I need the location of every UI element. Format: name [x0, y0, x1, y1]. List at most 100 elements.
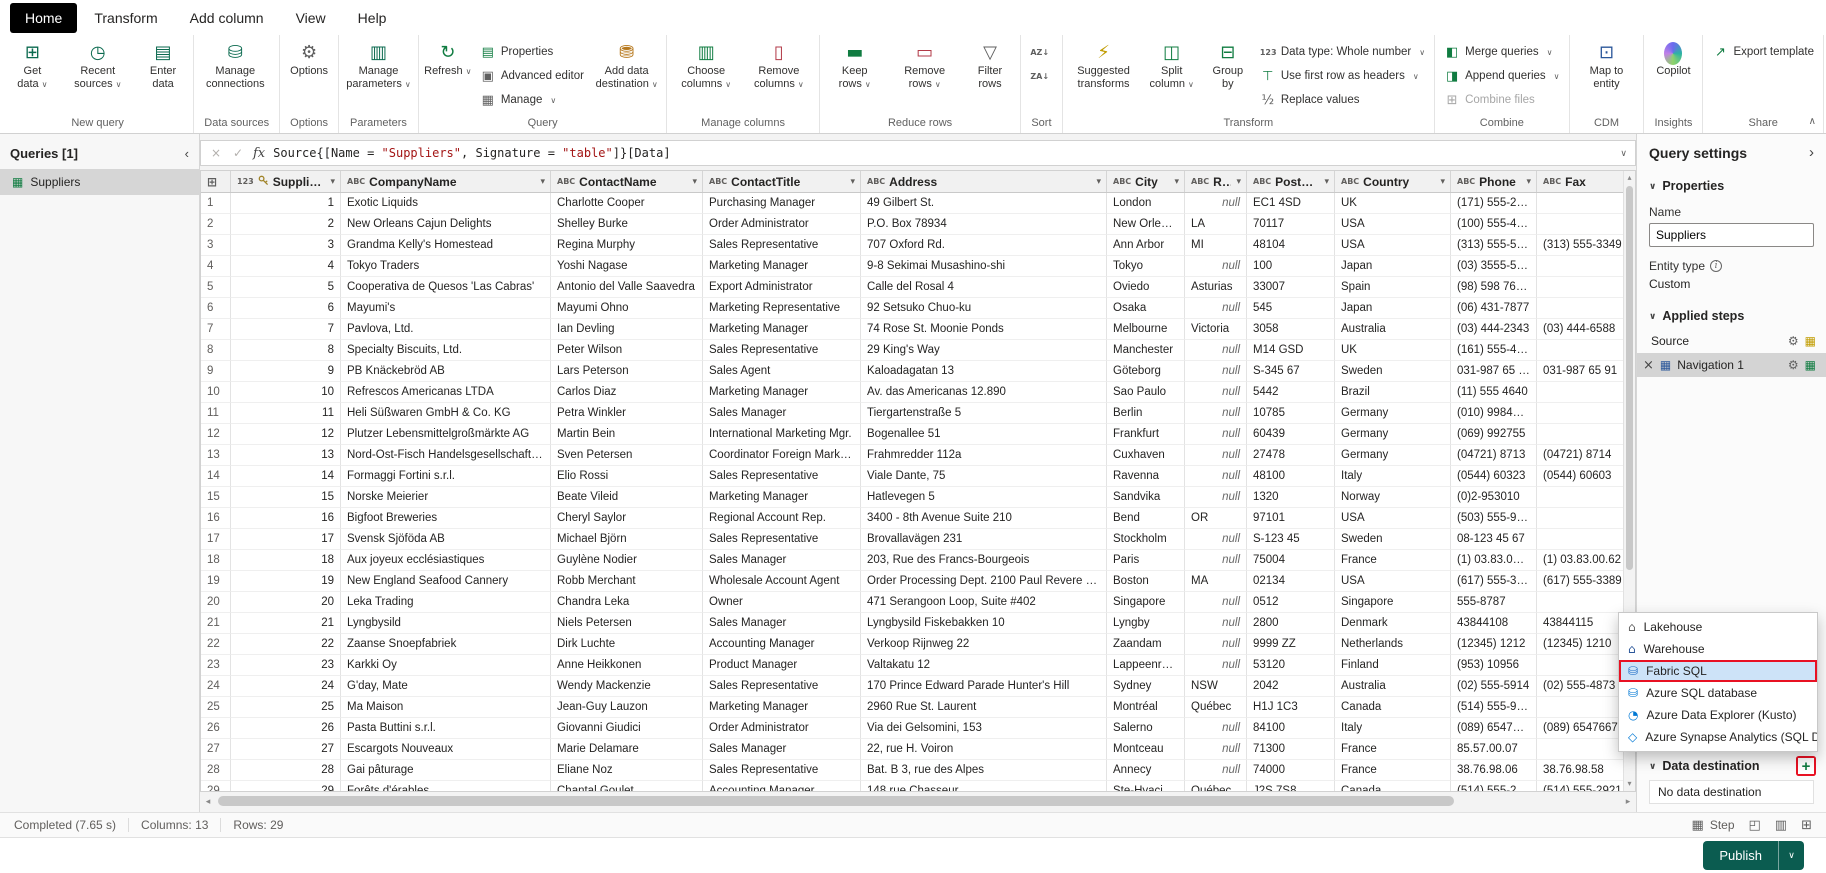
publish-dropdown-button[interactable]: ∨	[1778, 841, 1804, 870]
column-filter-button[interactable]: ▾	[1323, 176, 1330, 187]
table-cell[interactable]	[1537, 487, 1635, 508]
table-cell[interactable]: 19	[231, 571, 341, 592]
table-cell[interactable]: (1) 03.83.00.68	[1451, 550, 1537, 571]
column-filter-button[interactable]: ▾	[691, 176, 698, 187]
table-cell[interactable]: 22, rue H. Voiron	[861, 739, 1107, 760]
table-cell[interactable]: null	[1185, 445, 1247, 466]
row-number[interactable]: 18	[201, 550, 231, 571]
table-cell[interactable]: 15	[231, 487, 341, 508]
column-filter-button[interactable]: ▾	[539, 176, 546, 187]
table-cell[interactable]: 14	[231, 466, 341, 487]
table-cell[interactable]: (03) 444-6588	[1537, 319, 1635, 340]
gear-icon[interactable]: ⚙	[1788, 358, 1799, 372]
table-cell[interactable]: Germany	[1335, 403, 1451, 424]
table-cell[interactable]: 11	[231, 403, 341, 424]
table-cell[interactable]: Canada	[1335, 697, 1451, 718]
table-cell[interactable]: H1J 1C3	[1247, 697, 1335, 718]
table-cell[interactable]: Peter Wilson	[551, 340, 703, 361]
table-cell[interactable]: (953) 10956	[1451, 655, 1537, 676]
table-cell[interactable]: Ian Devling	[551, 319, 703, 340]
ribbon-button-recent-sources[interactable]: ◷ Recent sources ∨	[61, 38, 135, 93]
table-cell[interactable]: Melbourne	[1107, 319, 1185, 340]
table-cell[interactable]: Ma Maison	[341, 697, 551, 718]
table-cell[interactable]: 16	[231, 508, 341, 529]
table-cell[interactable]: 5	[231, 277, 341, 298]
table-cell[interactable]: Grandma Kelly's Homestead	[341, 235, 551, 256]
table-cell[interactable]: Berlin	[1107, 403, 1185, 424]
table-cell[interactable]: Manchester	[1107, 340, 1185, 361]
table-cell[interactable]: Sales Representative	[703, 760, 861, 781]
publish-button[interactable]: Publish	[1703, 841, 1778, 870]
table-cell[interactable]: null	[1185, 760, 1247, 781]
table-cell[interactable]: Italy	[1335, 718, 1451, 739]
table-cell[interactable]: (313) 555-3349	[1537, 235, 1635, 256]
table-cell[interactable]: Sandvika	[1107, 487, 1185, 508]
table-cell[interactable]: Boston	[1107, 571, 1185, 592]
table-cell[interactable]: Martin Bein	[551, 424, 703, 445]
table-cell[interactable]: Antonio del Valle Saavedra	[551, 277, 703, 298]
table-cell[interactable]: Charlotte Cooper	[551, 193, 703, 214]
table-cell[interactable]: Niels Petersen	[551, 613, 703, 634]
menu-tab-view[interactable]: View	[281, 3, 341, 33]
table-cell[interactable]: New England Seafood Cannery	[341, 571, 551, 592]
table-cell[interactable]: Stockholm	[1107, 529, 1185, 550]
table-cell[interactable]: 707 Oxford Rd.	[861, 235, 1107, 256]
gear-icon[interactable]: ⚙	[1788, 334, 1799, 348]
table-cell[interactable]: 71300	[1247, 739, 1335, 760]
table-cell[interactable]	[1537, 424, 1635, 445]
column-filter-button[interactable]: ▾	[1235, 176, 1242, 187]
table-cell[interactable]: null	[1185, 613, 1247, 634]
table-cell[interactable]: (02) 555-5914	[1451, 676, 1537, 697]
grid-yellow-icon[interactable]: ▦	[1805, 334, 1816, 348]
table-cell[interactable]: Oviedo	[1107, 277, 1185, 298]
table-cell[interactable]: 2960 Rue St. Laurent	[861, 697, 1107, 718]
table-cell[interactable]	[1537, 382, 1635, 403]
ribbon-button-sort-ascending-icon[interactable]: AZ↓	[1025, 40, 1051, 64]
commit-formula-icon[interactable]: ✓	[231, 146, 245, 160]
ribbon-button-merge-queries[interactable]: ◧ Merge queries ∨	[1439, 40, 1564, 64]
table-cell[interactable]: null	[1185, 361, 1247, 382]
table-cell[interactable]: 48104	[1247, 235, 1335, 256]
table-cell[interactable]: J2S 7S8	[1247, 781, 1335, 791]
table-cell[interactable]: Wholesale Account Agent	[703, 571, 861, 592]
table-cell[interactable]: Exotic Liquids	[341, 193, 551, 214]
table-cell[interactable]: 10785	[1247, 403, 1335, 424]
table-cell[interactable]: Dirk Luchte	[551, 634, 703, 655]
table-cell[interactable]: 08-123 45 67	[1451, 529, 1537, 550]
table-cell[interactable]: Canada	[1335, 781, 1451, 791]
table-cell[interactable]: Order Administrator	[703, 718, 861, 739]
table-cell[interactable]: 70117	[1247, 214, 1335, 235]
table-cell[interactable]: Giovanni Giudici	[551, 718, 703, 739]
table-cell[interactable]: EC1 4SD	[1247, 193, 1335, 214]
table-cell[interactable]: Order Administrator	[703, 214, 861, 235]
table-cell[interactable]: Mayumi Ohno	[551, 298, 703, 319]
row-number[interactable]: 12	[201, 424, 231, 445]
table-cell[interactable]	[1537, 193, 1635, 214]
table-cell[interactable]: 13	[231, 445, 341, 466]
row-number[interactable]: 23	[201, 655, 231, 676]
table-cell[interactable]: Sales Representative	[703, 529, 861, 550]
column-filter-button[interactable]: ▾	[1439, 176, 1446, 187]
table-cell[interactable]: Marketing Manager	[703, 256, 861, 277]
table-cell[interactable]: (514) 555-2955	[1451, 781, 1537, 791]
column-filter-button[interactable]: ▾	[1173, 176, 1180, 187]
table-cell[interactable]: Victoria	[1185, 319, 1247, 340]
table-cell[interactable]: Aux joyeux ecclésiastiques	[341, 550, 551, 571]
table-cell[interactable]: (04721) 8714	[1537, 445, 1635, 466]
table-cell[interactable]: Marie Delamare	[551, 739, 703, 760]
row-number[interactable]: 24	[201, 676, 231, 697]
column-header-city[interactable]: ABC City ▾	[1107, 171, 1185, 192]
table-cell[interactable]: 43844108	[1451, 613, 1537, 634]
table-cell[interactable]: MA	[1185, 571, 1247, 592]
ribbon-button-data-type-whole-number[interactable]: 123 Data type: Whole number ∨	[1255, 40, 1430, 64]
table-cell[interactable]: Chantal Goulet	[551, 781, 703, 791]
table-cell[interactable]: (11) 555 4640	[1451, 382, 1537, 403]
table-cell[interactable]: null	[1185, 382, 1247, 403]
table-cell[interactable]: null	[1185, 739, 1247, 760]
ribbon-button-remove-columns[interactable]: ▯ Remove columns ∨	[743, 38, 815, 93]
table-cell[interactable]: Marketing Manager	[703, 697, 861, 718]
column-header-address[interactable]: ABC Address ▾	[861, 171, 1107, 192]
column-header-country[interactable]: ABC Country ▾	[1335, 171, 1451, 192]
vertical-scroll-thumb[interactable]	[1626, 186, 1633, 571]
destination-option-azure-data-explorer-kusto[interactable]: ◔ Azure Data Explorer (Kusto)	[1619, 704, 1817, 726]
